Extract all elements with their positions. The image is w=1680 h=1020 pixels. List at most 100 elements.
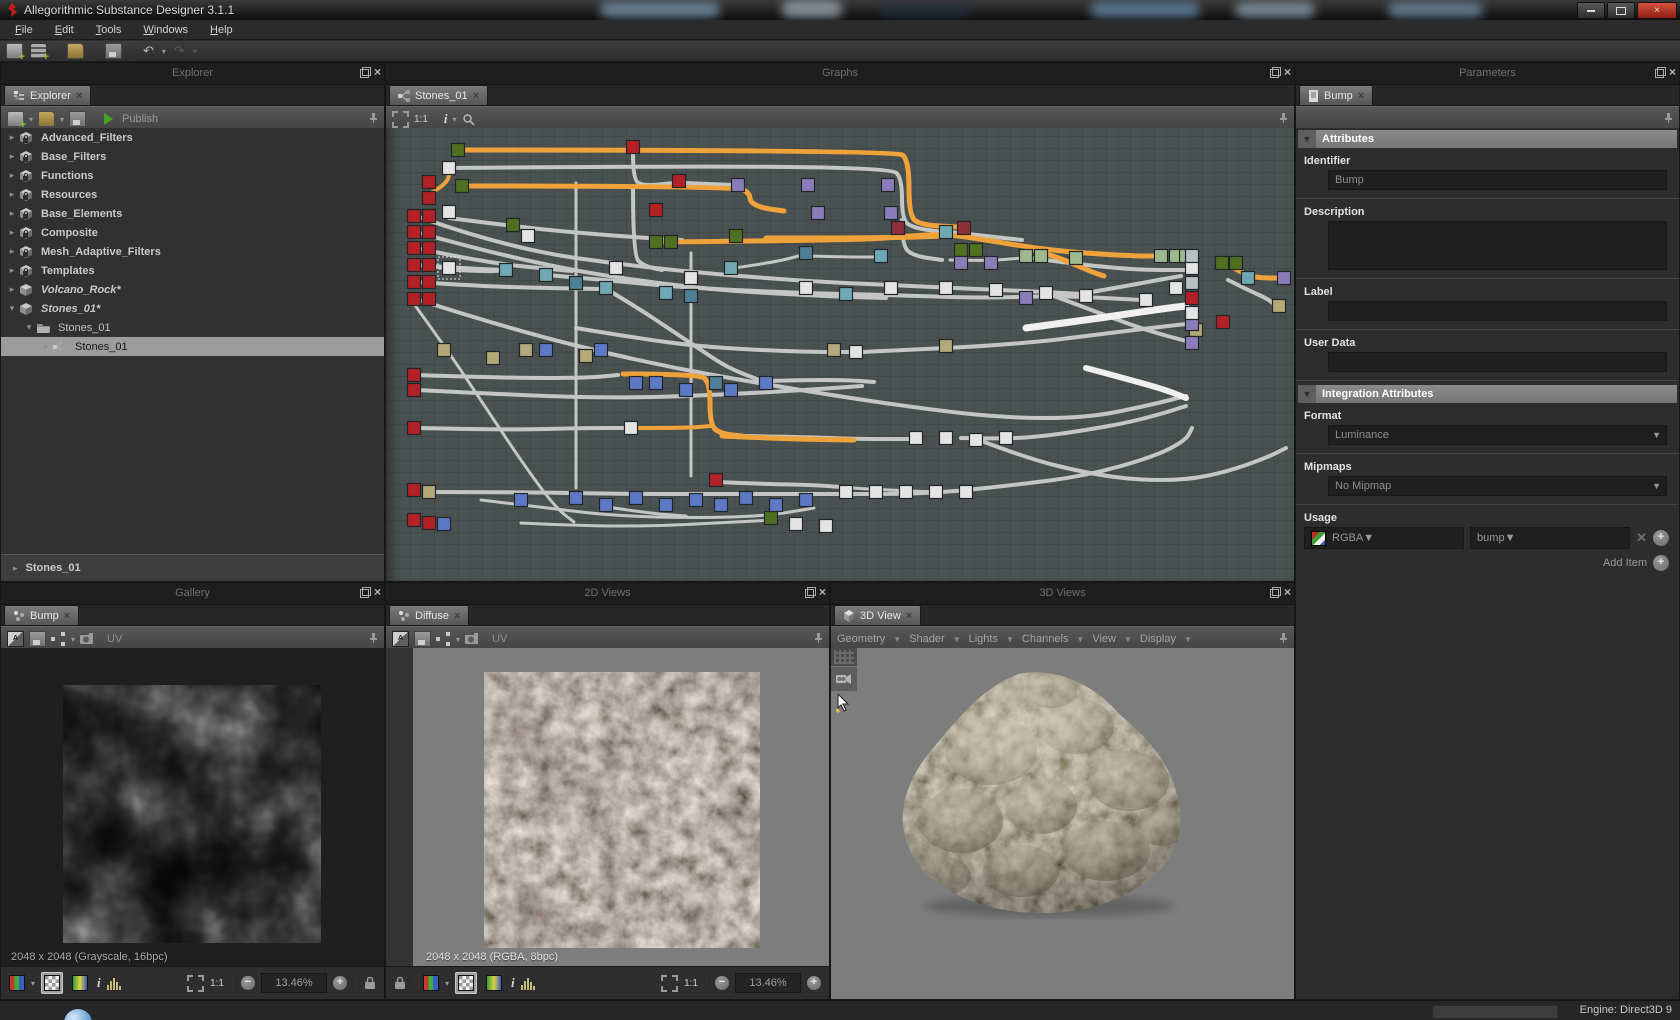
3d-menu-display[interactable]: Display (1136, 633, 1180, 645)
graph-node-sage[interactable] (1155, 250, 1168, 263)
snapshot-camera-icon[interactable] (465, 633, 481, 645)
open-icon[interactable] (67, 43, 84, 59)
graph-node-white[interactable] (900, 486, 913, 499)
graph-node-blue[interactable] (438, 518, 451, 531)
graph-node-red[interactable] (423, 176, 436, 189)
close-tab-icon[interactable]: × (473, 90, 479, 102)
graph-node-tan[interactable] (828, 344, 841, 357)
graph-node-white[interactable] (960, 486, 973, 499)
graph-node-blue[interactable] (630, 377, 643, 390)
graph-node-white[interactable] (443, 262, 456, 275)
menu-tools[interactable]: Tools (85, 22, 133, 38)
graph-node-white[interactable] (885, 282, 898, 295)
graph-node-red[interactable] (650, 204, 663, 217)
close-tab-icon[interactable]: × (64, 610, 70, 622)
graph-node-red[interactable] (408, 226, 421, 239)
zoom-level[interactable]: 13.46% (735, 973, 801, 993)
graph-node-white[interactable] (522, 230, 535, 243)
pin-icon[interactable] (367, 632, 379, 644)
tree-item-templates[interactable]: ▸Templates (1, 261, 384, 280)
publish-play-icon[interactable] (104, 113, 113, 125)
close-button[interactable]: × (1637, 2, 1677, 19)
graph-node-red[interactable] (673, 175, 686, 188)
graph-node-purple[interactable] (1278, 272, 1291, 285)
camera-icon[interactable] (831, 666, 857, 691)
graph-node-blue[interactable] (570, 492, 583, 505)
channels-dropdown-icon[interactable]: ▾ (31, 979, 35, 988)
graph-node-tan[interactable] (580, 350, 593, 363)
graph-node-white[interactable] (1040, 287, 1053, 300)
3d-menu-view[interactable]: View (1088, 633, 1120, 645)
graph-node-white[interactable] (1186, 307, 1199, 320)
export-icon[interactable] (414, 631, 431, 647)
new-package-icon[interactable] (6, 43, 23, 59)
graph-node-white[interactable] (790, 518, 803, 531)
graph-node-green[interactable] (456, 180, 469, 193)
close-panel-icon[interactable]: × (1669, 67, 1676, 78)
chevron-right-icon[interactable]: ▸ (5, 284, 19, 295)
zoom-in-icon[interactable]: + (333, 976, 347, 990)
tab-stones-01[interactable]: Stones_01 × (389, 85, 488, 105)
graph-node-purple[interactable] (955, 257, 968, 270)
graph-node-gray[interactable] (1186, 277, 1199, 290)
lock-icon[interactable] (394, 976, 406, 990)
3d-viewport[interactable] (831, 648, 1294, 999)
actual-size-button[interactable]: 1:1 (210, 978, 224, 989)
tree-item-stones-01[interactable]: ▸Stones_01 (1, 337, 384, 356)
graph-node-purple[interactable] (1020, 292, 1033, 305)
info-icon[interactable]: i (97, 975, 101, 991)
graph-node-white[interactable] (610, 262, 623, 275)
node-dropdown-icon[interactable]: ▾ (71, 635, 75, 644)
close-tab-icon[interactable]: × (1358, 90, 1364, 102)
channels-icon[interactable] (9, 975, 25, 991)
graph-node-white[interactable] (800, 282, 813, 295)
chevron-right-icon[interactable]: ▸ (5, 208, 19, 219)
pin-icon[interactable] (367, 112, 379, 124)
graph-node-red[interactable] (408, 422, 421, 435)
colorspace-toggle[interactable] (483, 972, 505, 994)
graph-node-purple[interactable] (985, 257, 998, 270)
graph-node-maroon[interactable] (892, 222, 905, 235)
tree-item-mesh-adaptive-filters[interactable]: ▸Mesh_Adaptive_Filters (1, 242, 384, 261)
graph-node-red[interactable] (1186, 292, 1199, 305)
graph-node-white[interactable] (850, 346, 863, 359)
search-icon[interactable] (462, 113, 475, 126)
3d-menu-shader[interactable]: Shader (905, 633, 948, 645)
chevron-right-icon[interactable]: ▸ (5, 265, 19, 276)
pin-icon[interactable] (1277, 632, 1289, 644)
graph-node-red[interactable] (408, 259, 421, 272)
graph-node-white[interactable] (1170, 282, 1183, 295)
graph-node-white[interactable] (940, 282, 953, 295)
graph-node-green[interactable] (507, 219, 520, 232)
graph-node-green[interactable] (765, 512, 778, 525)
graph-node-steel[interactable] (710, 377, 723, 390)
graph-node-sage[interactable] (1020, 250, 1033, 263)
gallery-viewport[interactable]: 2048 x 2048 (Grayscale, 16bpc) (1, 648, 384, 967)
transparency-toggle[interactable] (455, 972, 477, 994)
graph-node-teal[interactable] (500, 264, 513, 277)
zoom-level[interactable]: 13.46% (261, 973, 327, 993)
menu-edit[interactable]: Edit (44, 22, 85, 38)
graph-node-teal[interactable] (840, 288, 853, 301)
close-panel-icon[interactable]: × (374, 67, 381, 78)
tab-3d-view[interactable]: 3D View × (834, 605, 921, 625)
tab-bump-view[interactable]: Bump × (4, 605, 79, 625)
close-panel-icon[interactable]: × (1284, 67, 1291, 78)
graph-node-steel[interactable] (685, 290, 698, 303)
open-icon[interactable] (38, 111, 55, 127)
tree-item-functions[interactable]: ▸Functions (1, 166, 384, 185)
graph-node-red[interactable] (423, 242, 436, 255)
actual-size-button[interactable]: 1:1 (684, 978, 698, 989)
graph-node-white[interactable] (940, 432, 953, 445)
graph-node-red[interactable] (408, 369, 421, 382)
label-field[interactable] (1328, 301, 1667, 321)
chevron-right-icon[interactable]: ▸ (5, 246, 19, 257)
3d-menu-lights[interactable]: Lights (965, 633, 1002, 645)
fit-view-icon[interactable] (661, 975, 678, 992)
graph-node-red[interactable] (423, 293, 436, 306)
graph-node-blue[interactable] (660, 499, 673, 512)
chevron-down-icon[interactable]: ▾ (5, 303, 19, 314)
graph-node-green[interactable] (1216, 257, 1229, 270)
user-data-field[interactable] (1328, 352, 1667, 372)
graph-node-sage[interactable] (1070, 252, 1083, 265)
